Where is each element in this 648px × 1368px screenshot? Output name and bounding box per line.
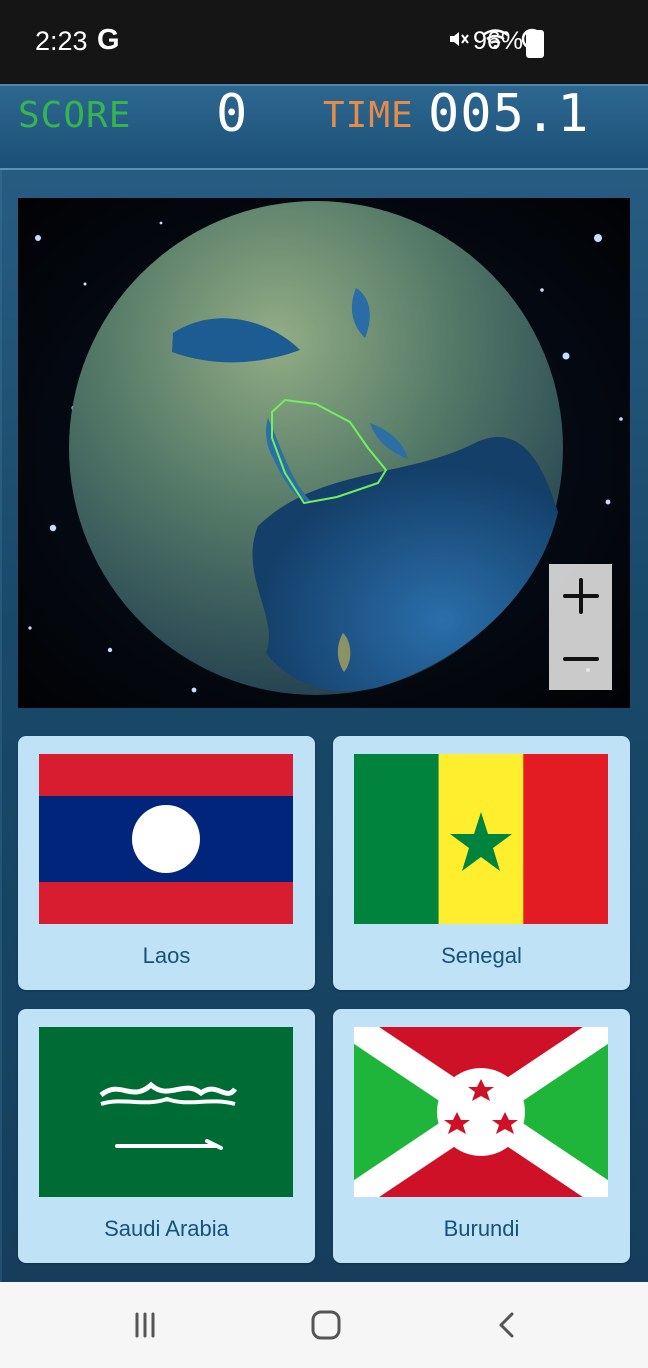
back-icon [499,1312,514,1338]
app-notification-icon: G [97,24,120,56]
battery-icon [526,30,544,58]
status-time: 2:23 [35,26,88,56]
answer-card-senegal[interactable]: Senegal [333,736,630,990]
recent-apps-button[interactable] [110,1302,180,1348]
senegal-flag [354,754,608,924]
time-label: TIME [323,95,414,136]
answer-card-saudi-arabia[interactable]: Saudi Arabia [18,1009,315,1263]
answer-label: Laos [142,943,191,968]
status-bar: 2:23 G 96% [0,0,648,84]
android-navigation-bar [0,1282,648,1368]
minus-icon [562,656,599,661]
burundi-flag [354,1027,608,1197]
answer-label: Burundi [443,1216,520,1241]
score-label: SCORE [18,95,132,136]
mute-icon [450,32,469,46]
home-icon [311,1310,341,1340]
answer-card-burundi[interactable]: Burundi [333,1009,630,1263]
globe-map[interactable] [18,198,630,708]
answer-label: Saudi Arabia [104,1216,229,1241]
zoom-controls [549,564,612,690]
recent-apps-icon [135,1312,155,1338]
back-button[interactable] [473,1302,543,1348]
battery-percentage: 96% [473,27,524,55]
plus-icon [562,577,599,614]
time-value: 005.1 [428,84,590,144]
globe-view[interactable] [18,198,630,708]
answer-card-laos[interactable]: Laos [18,736,315,990]
zoom-in-button[interactable] [549,564,612,627]
saudi-arabia-flag [39,1027,293,1197]
zoom-out-button[interactable] [549,627,612,690]
answer-label: Senegal [441,943,522,968]
score-value: 0 [216,84,248,144]
laos-flag [39,754,293,924]
home-button[interactable] [291,1302,361,1348]
